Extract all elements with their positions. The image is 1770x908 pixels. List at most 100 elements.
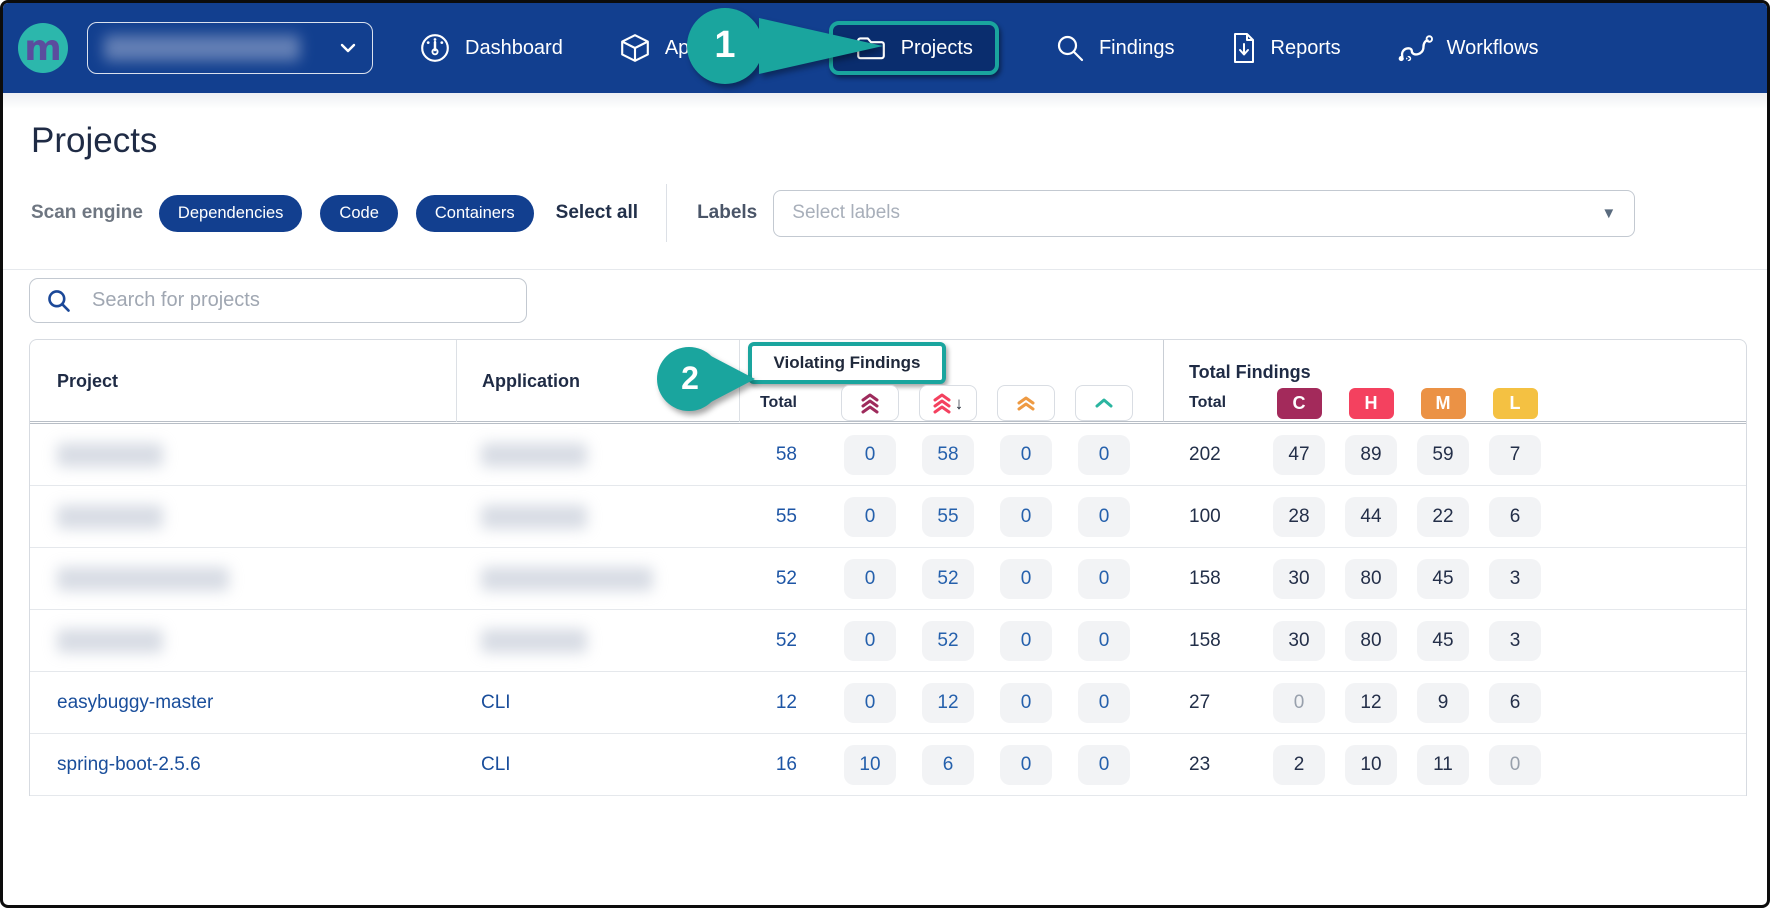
nav-item-findings[interactable]: Findings <box>1055 33 1175 63</box>
labels-input[interactable] <box>792 202 1591 224</box>
total-low-count: 0 <box>1489 745 1541 785</box>
dropdown-triangle-icon: ▼ <box>1601 205 1616 222</box>
redacted-application-name <box>481 629 587 653</box>
total-critical-count: 2 <box>1273 745 1325 785</box>
violating-medium-count[interactable]: 0 <box>1000 435 1052 475</box>
total-findings-count: 27 <box>1189 692 1210 714</box>
cube-icon <box>619 32 651 64</box>
organization-selector[interactable] <box>87 22 373 74</box>
redacted-project-name <box>57 567 229 591</box>
filter-bar: Scan engine Dependencies Code Containers… <box>31 191 1767 235</box>
violating-high-count[interactable]: 52 <box>922 621 974 661</box>
select-all-button[interactable]: Select all <box>556 202 638 224</box>
table-row: 55 0 55 0 0 100 28 44 22 6 <box>30 486 1746 548</box>
table-row: 52 0 52 0 0 158 30 80 45 3 <box>30 610 1746 672</box>
violating-critical-count[interactable]: 0 <box>844 621 896 661</box>
violating-high-count[interactable]: 58 <box>922 435 974 475</box>
column-header-violating-findings: Violating Findings <box>748 342 946 384</box>
violating-critical-count[interactable]: 0 <box>844 497 896 537</box>
application-link[interactable]: CLI <box>481 754 511 776</box>
project-link[interactable]: easybuggy-master <box>57 692 213 714</box>
column-header-application[interactable]: Application <box>456 340 739 422</box>
redacted-organization-name <box>104 35 300 61</box>
nav-item-dashboard[interactable]: Dashboard <box>419 32 563 64</box>
violating-low-count[interactable]: 0 <box>1078 435 1130 475</box>
search-input[interactable] <box>92 289 510 312</box>
violating-medium-count[interactable]: 0 <box>1000 745 1052 785</box>
total-critical-count: 30 <box>1273 559 1325 599</box>
filter-pill-code[interactable]: Code <box>320 195 397 232</box>
application-link[interactable]: CLI <box>481 692 511 714</box>
violating-total-link[interactable]: 55 <box>776 506 797 528</box>
critical-badge: C <box>1277 388 1322 419</box>
nav-label-workflows: Workflows <box>1447 37 1539 60</box>
subheader-violating-total: Total <box>739 384 831 422</box>
folder-icon <box>855 35 887 61</box>
violating-critical-count[interactable]: 0 <box>844 435 896 475</box>
total-critical-count: 47 <box>1273 435 1325 475</box>
violating-total-link[interactable]: 16 <box>776 754 797 776</box>
filter-pill-containers[interactable]: Containers <box>416 195 534 232</box>
violating-low-count[interactable]: 0 <box>1078 621 1130 661</box>
violating-low-count[interactable]: 0 <box>1078 497 1130 537</box>
nav-item-applications[interactable]: Applications <box>619 32 773 64</box>
low-badge: L <box>1493 388 1538 419</box>
project-search[interactable] <box>29 278 527 323</box>
violating-medium-count[interactable]: 0 <box>1000 683 1052 723</box>
report-download-icon <box>1231 32 1257 64</box>
table-body: 58 0 58 0 0 202 47 89 59 7 55 0 55 0 0 <box>30 424 1746 796</box>
total-low-count: 3 <box>1489 621 1541 661</box>
violating-high-count[interactable]: 52 <box>922 559 974 599</box>
total-findings-count: 158 <box>1189 630 1221 652</box>
total-high-count: 80 <box>1345 621 1397 661</box>
violating-medium-count[interactable]: 0 <box>1000 497 1052 537</box>
violating-low-count[interactable]: 0 <box>1078 559 1130 599</box>
total-low-count: 6 <box>1489 497 1541 537</box>
nav-item-projects[interactable]: Projects <box>829 21 999 75</box>
violating-critical-count[interactable]: 10 <box>844 745 896 785</box>
chevron-down-icon <box>340 43 356 53</box>
nav-label-dashboard: Dashboard <box>465 37 563 60</box>
total-medium-count: 59 <box>1417 435 1469 475</box>
nav-label-projects: Projects <box>901 37 973 60</box>
violating-medium-count[interactable]: 0 <box>1000 621 1052 661</box>
violating-total-link[interactable]: 52 <box>776 568 797 590</box>
table-row: 58 0 58 0 0 202 47 89 59 7 <box>30 424 1746 486</box>
nav-item-workflows[interactable]: Workflows <box>1397 34 1539 62</box>
violating-critical-count[interactable]: 0 <box>844 683 896 723</box>
projects-table: Project Application Violating Findings T… <box>29 339 1747 796</box>
sort-critical-button[interactable] <box>841 385 899 421</box>
sort-medium-button[interactable] <box>997 385 1055 421</box>
total-high-count: 80 <box>1345 559 1397 599</box>
violating-total-link[interactable]: 52 <box>776 630 797 652</box>
labels-select[interactable]: ▼ <box>773 190 1635 237</box>
sort-high-button[interactable]: ↓ <box>919 385 977 421</box>
total-high-count: 44 <box>1345 497 1397 537</box>
column-header-total-findings: Total Findings <box>1163 362 1551 384</box>
violating-critical-count[interactable]: 0 <box>844 559 896 599</box>
violating-high-count[interactable]: 12 <box>922 683 974 723</box>
page-title: Projects <box>31 121 1767 161</box>
violating-high-count[interactable]: 6 <box>922 745 974 785</box>
subheader-total-findings-total: Total <box>1163 384 1263 422</box>
high-badge: H <box>1349 388 1394 419</box>
total-medium-count: 45 <box>1417 621 1469 661</box>
filter-pill-dependencies[interactable]: Dependencies <box>159 195 303 232</box>
violating-low-count[interactable]: 0 <box>1078 683 1130 723</box>
violating-low-count[interactable]: 0 <box>1078 745 1130 785</box>
column-header-project[interactable]: Project <box>30 340 456 422</box>
violating-high-count[interactable]: 55 <box>922 497 974 537</box>
violating-total-link[interactable]: 12 <box>776 692 797 714</box>
redacted-project-name <box>57 443 163 467</box>
project-link[interactable]: spring-boot-2.5.6 <box>57 754 201 776</box>
gauge-icon <box>419 32 451 64</box>
violating-medium-count[interactable]: 0 <box>1000 559 1052 599</box>
sort-low-button[interactable] <box>1075 385 1133 421</box>
redacted-application-name <box>481 443 587 467</box>
redacted-project-name <box>57 505 163 529</box>
nav-item-reports[interactable]: Reports <box>1231 32 1341 64</box>
total-findings-count: 158 <box>1189 568 1221 590</box>
search-icon <box>46 288 72 314</box>
total-findings-count: 23 <box>1189 754 1210 776</box>
violating-total-link[interactable]: 58 <box>776 444 797 466</box>
